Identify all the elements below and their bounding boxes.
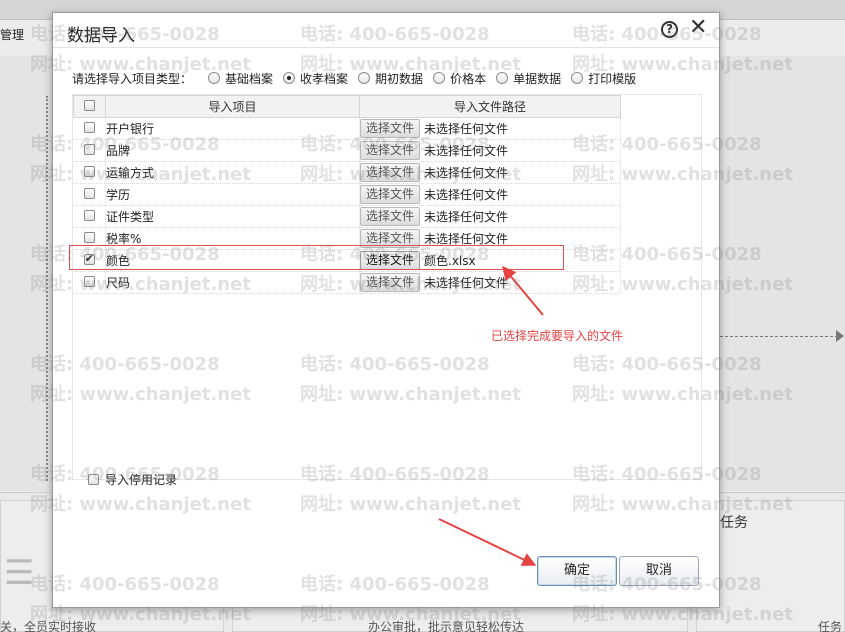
- file-status: 未选择任何文件: [424, 210, 509, 224]
- column-header-path: 导入文件路径: [359, 95, 621, 118]
- row-checkbox[interactable]: [83, 187, 95, 199]
- data-import-dialog: 数据导入 ? ✕ 请选择导入项目类型： 基础档案 收孝档案 期初数据 价格本 单…: [52, 12, 720, 608]
- table-row: 运输方式 选择文件 未选择任何文件: [73, 161, 621, 184]
- radio-document-data[interactable]: 单据数据: [496, 70, 561, 87]
- file-status: 未选择任何文件: [424, 122, 509, 136]
- radio-label: 期初数据: [375, 71, 424, 86]
- radio-label: 打印模版: [588, 71, 637, 86]
- file-status: 未选择任何文件: [424, 232, 509, 246]
- row-file-cell: 选择文件 未选择任何文件: [359, 205, 621, 228]
- file-status: 未选择任何文件: [424, 276, 509, 290]
- row-checkbox-cell[interactable]: [73, 139, 106, 162]
- row-checkbox-cell[interactable]: [73, 205, 106, 228]
- document-icon: ☰: [4, 553, 35, 593]
- radio-label: 价格本: [450, 71, 487, 86]
- include-disabled-checkbox[interactable]: [88, 474, 99, 485]
- row-item-name: 学历: [105, 183, 360, 206]
- choose-file-button[interactable]: 选择文件: [360, 185, 421, 204]
- highlight-box: [69, 245, 564, 270]
- help-icon[interactable]: ?: [661, 21, 678, 38]
- row-checkbox[interactable]: [83, 165, 95, 177]
- confirm-button[interactable]: 确定: [537, 556, 617, 586]
- radio-basic-archive[interactable]: 基础档案: [208, 70, 273, 87]
- background-task-label: 任务: [720, 515, 748, 531]
- row-file-cell: 选择文件 未选择任何文件: [359, 183, 621, 206]
- row-file-cell: 选择文件 未选择任何文件: [359, 117, 621, 140]
- file-status: 未选择任何文件: [424, 166, 509, 180]
- row-checkbox[interactable]: [83, 231, 95, 243]
- radio-label: 单据数据: [513, 71, 562, 86]
- row-file-cell: 选择文件 未选择任何文件: [359, 139, 621, 162]
- file-status: 未选择任何文件: [424, 188, 509, 202]
- row-file-cell: 选择文件 未选择任何文件: [359, 271, 621, 294]
- row-checkbox[interactable]: [83, 275, 95, 287]
- import-type-selector: 请选择导入项目类型： 基础档案 收孝档案 期初数据 价格本 单据数据 打印模版: [72, 69, 646, 87]
- radio-selected-icon[interactable]: [283, 72, 296, 84]
- radio-icon[interactable]: [358, 72, 371, 84]
- radio-label: 收孝档案: [300, 71, 349, 86]
- arrow-right-icon: [836, 330, 844, 342]
- row-checkbox-cell[interactable]: [73, 271, 106, 294]
- row-checkbox-cell[interactable]: [73, 117, 106, 140]
- table-row: 学历 选择文件 未选择任何文件: [73, 183, 621, 206]
- background-dotted-line: [46, 96, 48, 481]
- background-menu-fragment: 管理: [0, 28, 25, 42]
- row-checkbox[interactable]: [83, 143, 95, 155]
- row-item-name: 品牌: [105, 139, 360, 162]
- background-flow-arrow: [720, 336, 838, 337]
- choose-file-button[interactable]: 选择文件: [360, 163, 421, 182]
- choose-file-button[interactable]: 选择文件: [360, 119, 421, 138]
- radio-icon[interactable]: [496, 72, 509, 84]
- arrow-down-icon: [438, 518, 537, 566]
- background-bottom-text-right: 任务: [818, 620, 843, 632]
- radio-opening-data[interactable]: 期初数据: [358, 70, 423, 87]
- row-item-name: 运输方式: [105, 161, 360, 184]
- file-status: 未选择任何文件: [424, 144, 509, 158]
- radio-print-template[interactable]: 打印模版: [571, 70, 636, 87]
- include-disabled-label: 导入停用记录: [105, 473, 178, 487]
- close-icon[interactable]: ✕: [689, 16, 707, 40]
- dialog-title: 数据导入: [67, 26, 135, 46]
- radio-icon[interactable]: [571, 72, 584, 84]
- select-all-checkbox[interactable]: [84, 99, 95, 111]
- table-row: 尺码 选择文件 未选择任何文件: [73, 271, 621, 294]
- background-bottom-text-left: 关，全员实时接收: [0, 620, 97, 632]
- radio-icon[interactable]: [433, 72, 446, 84]
- table-row: 品牌 选择文件 未选择任何文件: [73, 139, 621, 162]
- import-list-area: 导入项目 导入文件路径 开户银行 选择文件 未选择任何文件 品牌 选择文件 未选择任…: [72, 94, 702, 480]
- row-file-cell: 选择文件 未选择任何文件: [359, 161, 621, 184]
- title-divider: [53, 47, 719, 48]
- import-type-label: 请选择导入项目类型：: [72, 71, 193, 86]
- select-all-header[interactable]: [73, 95, 106, 118]
- column-header-item: 导入项目: [105, 95, 360, 118]
- table-row: 开户银行 选择文件 未选择任何文件: [73, 117, 621, 140]
- radio-item-archive[interactable]: 收孝档案: [283, 70, 348, 87]
- radio-label: 基础档案: [225, 71, 274, 86]
- background-bottom-text-mid: 办公审批，批示意见轻松传达: [368, 620, 525, 632]
- annotation-text: 已选择完成要导入的文件: [491, 329, 624, 343]
- cancel-button[interactable]: 取消: [619, 556, 699, 586]
- row-checkbox[interactable]: [83, 121, 95, 133]
- choose-file-button[interactable]: 选择文件: [360, 141, 421, 160]
- table-row: 证件类型 选择文件 未选择任何文件: [73, 205, 621, 228]
- radio-price-book[interactable]: 价格本: [433, 70, 486, 87]
- row-item-name: 开户银行: [105, 117, 360, 140]
- row-checkbox-cell[interactable]: [73, 183, 106, 206]
- row-item-name: 尺码: [105, 271, 360, 294]
- row-checkbox-cell[interactable]: [73, 161, 106, 184]
- radio-icon[interactable]: [208, 72, 221, 84]
- table-header-row: 导入项目 导入文件路径: [73, 95, 621, 118]
- include-disabled-option[interactable]: 导入停用记录: [88, 471, 177, 488]
- row-item-name: 证件类型: [105, 205, 360, 228]
- row-checkbox[interactable]: [83, 209, 95, 221]
- choose-file-button[interactable]: 选择文件: [360, 207, 421, 226]
- choose-file-button[interactable]: 选择文件: [360, 273, 421, 292]
